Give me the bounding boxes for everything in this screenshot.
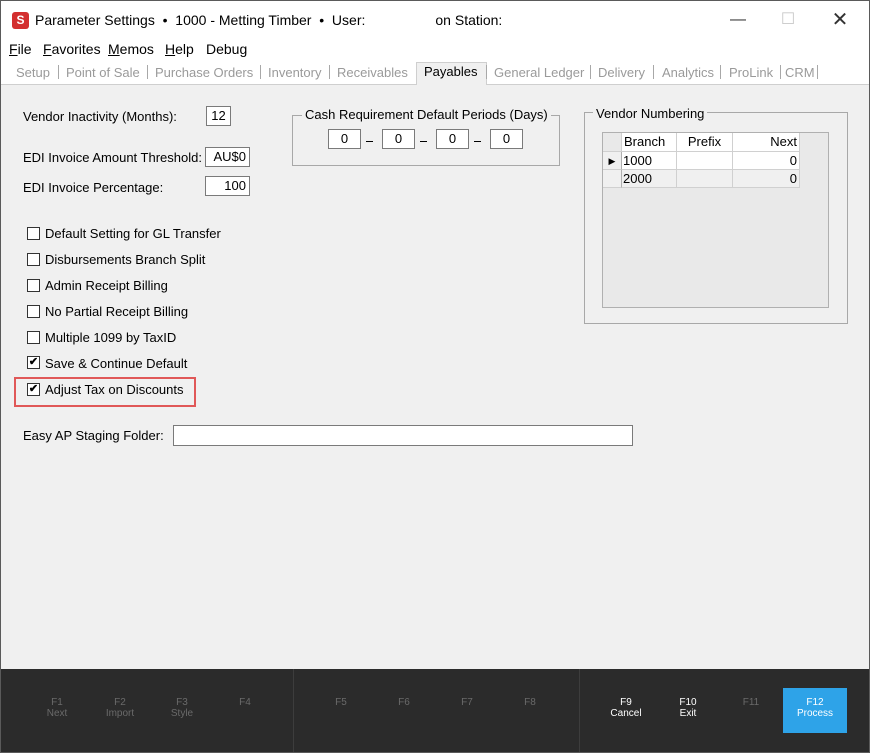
table-cell-branch[interactable]: 2000 [622,170,677,188]
f2-import-button[interactable]: F2 Import [95,697,145,719]
maximize-button[interactable]: ☐ [765,5,811,35]
menu-bar: File Favorites Memos Help Debug [1,38,869,60]
save-continue-default-checkbox[interactable]: ✔ [27,356,40,369]
app-logo-icon: S [12,12,29,29]
f9-cancel-button[interactable]: F9 Cancel [601,697,651,719]
tab-strip: Setup Point of Sale Purchase Orders Inve… [1,60,869,85]
cash-requirement-label: Cash Requirement Default Periods (Days) [302,107,551,122]
row-selector[interactable] [603,170,622,188]
tab-delivery[interactable]: Delivery [598,65,645,80]
no-partial-receipt-billing-checkbox[interactable] [27,305,40,318]
function-key-bar: F1 Next F2 Import F3 Style F4 F5 F6 F7 F8 F… [1,669,869,752]
cash-period-2-input[interactable]: 0 [382,129,415,149]
tab-analytics[interactable]: Analytics [662,65,714,80]
payables-panel: Vendor Inactivity (Months): 12 EDI Invoi… [1,85,869,669]
multiple-1099-label: Multiple 1099 by TaxID [45,330,177,345]
f11-button[interactable]: F11 [726,697,776,708]
column-header-branch[interactable]: Branch [622,133,677,152]
vendor-numbering-grid: Branch Prefix Next ▶ 1000 0 2000 0 [602,132,829,308]
footer-divider [293,669,294,752]
f10-exit-button[interactable]: F10 Exit [663,697,713,719]
tab-separator [58,65,59,79]
title-bar: S Parameter Settings • 1000 - Metting Ti… [1,1,869,38]
tab-separator [720,65,721,79]
tab-separator [590,65,591,79]
tab-separator [147,65,148,79]
table-cell-branch[interactable]: 1000 [622,152,677,170]
minimize-button[interactable]: — [715,5,761,35]
tab-separator [817,65,818,79]
easy-ap-staging-folder-label: Easy AP Staging Folder: [23,428,164,443]
table-cell-next[interactable]: 0 [733,152,800,170]
disbursements-branch-split-checkbox[interactable] [27,253,40,266]
menu-debug[interactable]: Debug [206,41,247,57]
adjust-tax-on-discounts-label: Adjust Tax on Discounts [45,382,184,397]
vendor-inactivity-input[interactable]: 12 [206,106,231,126]
tab-point-of-sale[interactable]: Point of Sale [66,65,140,80]
multiple-1099-checkbox[interactable] [27,331,40,344]
default-gl-transfer-label: Default Setting for GL Transfer [45,226,221,241]
default-gl-transfer-checkbox[interactable] [27,227,40,240]
f12-process-label: F12 Process [796,697,834,719]
edi-percentage-label: EDI Invoice Percentage: [23,180,164,195]
edi-percentage-input[interactable]: 100 [205,176,250,196]
tab-separator [486,65,487,79]
menu-memos[interactable]: Memos [108,41,154,57]
vendor-numbering-label: Vendor Numbering [593,106,708,121]
close-button[interactable]: ✕ [817,5,863,35]
disbursements-branch-split-label: Disbursements Branch Split [45,252,206,267]
edi-threshold-input[interactable]: AU$0 [205,147,250,167]
tab-payables[interactable]: Payables [424,64,477,79]
f6-button[interactable]: F6 [379,697,429,708]
adjust-tax-on-discounts-checkbox[interactable]: ✔ [27,383,40,396]
period-dash [420,141,427,142]
tab-separator [260,65,261,79]
tab-setup[interactable]: Setup [16,65,50,80]
save-continue-default-label: Save & Continue Default [45,356,188,371]
admin-receipt-billing-label: Admin Receipt Billing [45,278,168,293]
cash-period-3-input[interactable]: 0 [436,129,469,149]
cash-period-4-input[interactable]: 0 [490,129,523,149]
table-cell-prefix[interactable] [677,152,733,170]
parameter-settings-window: S Parameter Settings • 1000 - Metting Ti… [0,0,870,753]
admin-receipt-billing-checkbox[interactable] [27,279,40,292]
cash-period-1-input[interactable]: 0 [328,129,361,149]
period-dash [366,141,373,142]
vendor-inactivity-label: Vendor Inactivity (Months): [23,109,177,124]
tab-receivables[interactable]: Receivables [337,65,408,80]
table-cell-next[interactable]: 0 [733,170,800,188]
menu-help[interactable]: Help [165,41,194,57]
tab-crm[interactable]: CRM [785,65,815,80]
f8-button[interactable]: F8 [505,697,555,708]
tab-separator [653,65,654,79]
grid-corner [603,133,622,152]
window-title: Parameter Settings • 1000 - Metting Timb… [35,12,503,28]
tab-general-ledger[interactable]: General Ledger [494,65,584,80]
f4-button[interactable]: F4 [220,697,270,708]
f1-next-button[interactable]: F1 Next [32,697,82,719]
f3-style-button[interactable]: F3 Style [157,697,207,719]
tab-purchase-orders[interactable]: Purchase Orders [155,65,253,80]
edi-threshold-label: EDI Invoice Amount Threshold: [23,150,202,165]
tab-separator [780,65,781,79]
table-cell-prefix[interactable] [677,170,733,188]
tab-prolink[interactable]: ProLink [729,65,773,80]
column-header-prefix[interactable]: Prefix [677,133,733,152]
footer-divider [579,669,580,752]
row-pointer-icon[interactable]: ▶ [603,152,622,170]
f7-button[interactable]: F7 [442,697,492,708]
period-dash [474,141,481,142]
f5-button[interactable]: F5 [316,697,366,708]
f12-process-button[interactable]: F12 Process [783,688,847,733]
menu-favorites[interactable]: Favorites [43,41,101,57]
menu-file[interactable]: File [9,41,32,57]
easy-ap-staging-folder-input[interactable] [173,425,633,446]
tab-inventory[interactable]: Inventory [268,65,321,80]
no-partial-receipt-billing-label: No Partial Receipt Billing [45,304,189,319]
tab-separator [329,65,330,79]
column-header-next[interactable]: Next [733,133,800,152]
